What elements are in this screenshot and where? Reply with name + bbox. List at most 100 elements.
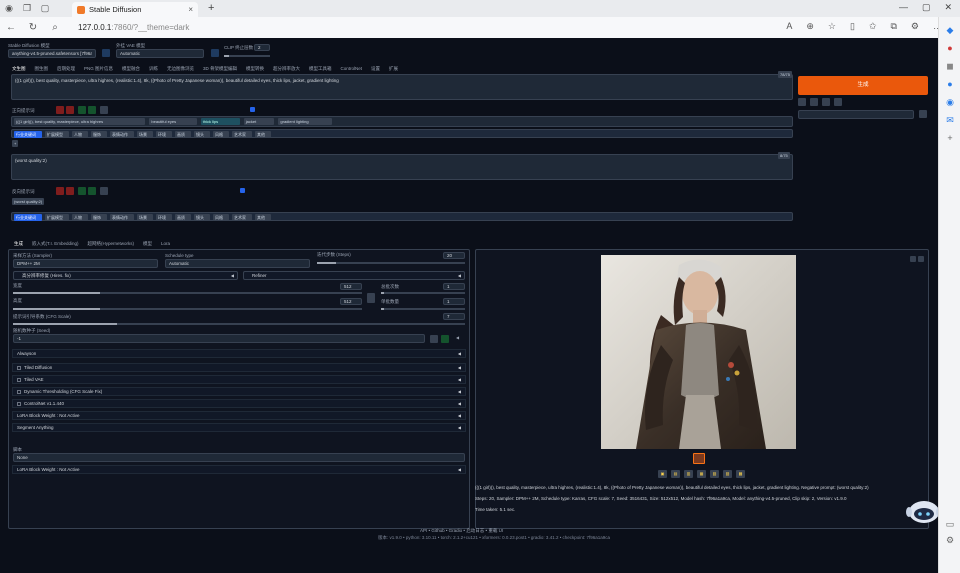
new-tab-icon[interactable]: +: [208, 2, 214, 14]
vae-dropdown[interactable]: Automatic: [116, 49, 204, 58]
refiner-accordion[interactable]: Refiner ◀: [243, 271, 465, 280]
pos-cats-chip-9[interactable]: 风格: [213, 131, 229, 138]
steps-input[interactable]: 20: [443, 252, 465, 259]
accordion-checkbox-3[interactable]: [17, 389, 21, 394]
checkpoint-dropdown[interactable]: anything-v4.5-pruned.safetensors [7f96a1…: [8, 49, 96, 58]
reuse-seed-button[interactable]: [441, 335, 449, 343]
profile-icon[interactable]: ◉: [0, 0, 18, 17]
pos-cats-chip-4[interactable]: 表情动作: [110, 131, 134, 138]
pos-add-chip[interactable]: +: [12, 140, 19, 147]
undo-pos-button[interactable]: [88, 106, 96, 114]
tool-save-button[interactable]: [834, 98, 842, 106]
neg-cats-chip-9[interactable]: 风格: [213, 214, 229, 221]
refresh-checkpoint-button[interactable]: [102, 49, 110, 57]
width-input[interactable]: 512: [340, 283, 362, 290]
pos-cats-chip-1[interactable]: 扩展模型: [45, 131, 69, 138]
neg-cats-chip-0[interactable]: 行业关键词: [14, 214, 42, 221]
tab-actions-icon[interactable]: ▢: [36, 0, 54, 17]
pos-tag-chip-0[interactable]: (((1 girl))), best quality, masterpiece,…: [14, 118, 146, 125]
batch-count-input[interactable]: 1: [443, 283, 465, 290]
neg-cats-chip-4[interactable]: 表情动作: [110, 214, 134, 221]
sub-tab-1[interactable]: 嵌入式(T.I. Embedding): [32, 241, 79, 247]
main-tab-4[interactable]: 模型融合: [122, 66, 140, 72]
accordion-3[interactable]: Dynamic Thresholding (CFG Scale Fix) ◀: [12, 387, 466, 396]
maximize-icon[interactable]: ▢: [922, 2, 931, 13]
pos-tag-chip-2[interactable]: thick lips: [200, 118, 240, 125]
thumbnail-image[interactable]: [693, 453, 705, 464]
extensions-icon[interactable]: ⚙: [911, 21, 919, 32]
refresh-vae-button[interactable]: [211, 49, 219, 57]
tool-styles-button[interactable]: [822, 98, 830, 106]
accordion-6[interactable]: Segment Anything ◀: [12, 423, 466, 432]
pos-cats-chip-5[interactable]: 场景: [137, 131, 153, 138]
seed-input[interactable]: -1: [13, 334, 425, 343]
close-tab-icon[interactable]: ×: [188, 5, 193, 14]
main-tab-12[interactable]: 设置: [371, 66, 380, 72]
main-tab-0[interactable]: 文生图: [12, 66, 26, 72]
clear-pos-button[interactable]: [56, 106, 64, 114]
sub-tab-0[interactable]: 生成: [14, 241, 23, 247]
neg-cats-chip-8[interactable]: 镜头: [194, 214, 210, 221]
main-tab-3[interactable]: PNG 图片信息: [84, 66, 113, 72]
main-tab-6[interactable]: 无边图像浏览: [167, 66, 194, 72]
script-dropdown[interactable]: None: [13, 453, 465, 462]
clear-neg-button[interactable]: [56, 187, 64, 195]
assistant-mascot-icon[interactable]: [905, 496, 938, 526]
random-seed-button[interactable]: [430, 335, 438, 343]
add-sidebar-icon[interactable]: +: [939, 129, 960, 147]
zip-icon[interactable]: ▥: [684, 470, 693, 478]
sub-tab-4[interactable]: Lora: [161, 241, 170, 247]
tab-stable-diffusion[interactable]: Stable Diffusion ×: [72, 2, 198, 17]
translate-neg-button[interactable]: [78, 187, 86, 195]
accordion-0[interactable]: Alwayson ◀: [12, 349, 466, 358]
collections-icon[interactable]: ⧉: [890, 21, 896, 32]
back-icon[interactable]: ←: [0, 22, 22, 33]
main-tab-2[interactable]: 后期处理: [57, 66, 75, 72]
save-icon[interactable]: ▤: [671, 470, 680, 478]
pos-cats-chip-7[interactable]: 画质: [175, 131, 191, 138]
height-input[interactable]: 512: [340, 298, 362, 305]
open-folder-icon[interactable]: ▣: [658, 470, 667, 478]
tool-trash-button[interactable]: [810, 98, 818, 106]
neg-cats-chip-10[interactable]: 艺术家: [232, 214, 252, 221]
pos-tag-chip-4[interactable]: gradient lighting: [278, 118, 333, 125]
workspaces-icon[interactable]: ❐: [18, 0, 36, 17]
favorite-icon[interactable]: ☆: [828, 21, 836, 32]
send-controlnet-icon[interactable]: ▩: [736, 470, 745, 478]
zoom-icon[interactable]: ⊕: [806, 21, 814, 32]
hires-fix-accordion[interactable]: 高分辨率修复 (Hires. fix) ◀: [13, 271, 238, 280]
send-extras-icon[interactable]: ▨: [723, 470, 732, 478]
neg-cats-chip-7[interactable]: 画质: [175, 214, 191, 221]
main-tab-5[interactable]: 训练: [149, 66, 158, 72]
width-slider[interactable]: [13, 292, 362, 294]
tool-arrow-button[interactable]: [798, 98, 806, 106]
generate-button[interactable]: 生成: [798, 76, 928, 95]
accordion-2[interactable]: Tiled VAE ◀: [12, 375, 466, 384]
download-icon[interactable]: [910, 256, 916, 262]
send-img2img-icon[interactable]: ▦: [697, 470, 706, 478]
tools-icon[interactable]: ●: [939, 39, 960, 57]
person-icon[interactable]: ●: [939, 75, 960, 93]
neg-cats-chip-1[interactable]: 扩展模型: [45, 214, 69, 221]
main-tab-11[interactable]: ControlNet: [341, 66, 363, 72]
generated-image[interactable]: [601, 255, 796, 449]
prompt-textarea[interactable]: (((1 girl))), best quality, masterpiece,…: [11, 74, 793, 100]
settings-neg-button[interactable]: [100, 187, 108, 195]
copy-neg-button[interactable]: [66, 187, 74, 195]
sub-tab-3[interactable]: 模型: [143, 241, 152, 247]
steps-slider[interactable]: [317, 262, 465, 264]
cfg-slider[interactable]: [13, 323, 465, 325]
favorites-icon[interactable]: ✩: [869, 21, 877, 32]
copy-pos-button[interactable]: [66, 106, 74, 114]
sampler-dropdown[interactable]: DPM++ 2M: [13, 259, 158, 268]
pos-tag-chip-3[interactable]: jacket: [243, 118, 275, 125]
send-inpaint-icon[interactable]: ▧: [710, 470, 719, 478]
translate-pos-button[interactable]: [78, 106, 86, 114]
pos-cats-chip-8[interactable]: 镜头: [194, 131, 210, 138]
neg-cats-chip-2[interactable]: 人物: [72, 214, 88, 221]
styles-dropdown[interactable]: [798, 110, 914, 119]
accordion-checkbox-1[interactable]: [17, 365, 21, 370]
pos-cats-chip-6[interactable]: 环境: [156, 131, 172, 138]
neg-toggle-checkbox[interactable]: [240, 188, 245, 193]
undo-neg-button[interactable]: [88, 187, 96, 195]
